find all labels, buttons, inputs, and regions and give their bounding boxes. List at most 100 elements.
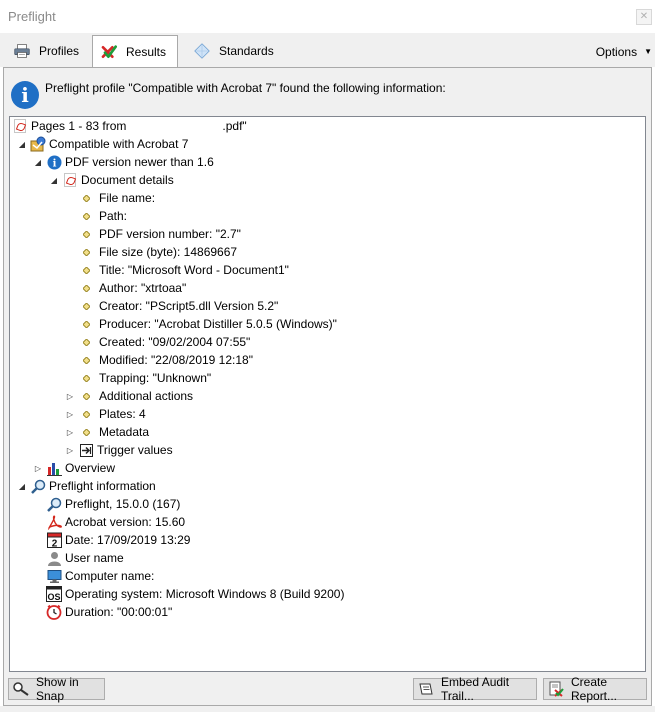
diamond-bullet-icon (82, 194, 91, 203)
diamond-bullet-icon (82, 338, 91, 347)
profile-icon (30, 136, 46, 152)
expand-arrow-icon[interactable]: ▷ (32, 464, 44, 473)
detail-item[interactable]: Created: "09/02/2004 07:55" (78, 333, 250, 351)
trigger-label: Trigger values (97, 443, 173, 457)
collapsed-label: Plates: 4 (99, 407, 146, 421)
tab-profiles[interactable]: Profiles (6, 36, 87, 66)
svg-text:OS: OS (47, 592, 60, 602)
results-tree[interactable]: Pages 1 - 83 from .pdf" ◢ Compatible wit… (9, 116, 646, 672)
clock-icon (46, 604, 62, 620)
detail-label: File size (byte): 14869667 (99, 245, 238, 259)
overview-label: Overview (65, 461, 116, 475)
chevron-down-icon: ▼ (644, 47, 652, 56)
title-bar: Preflight ✕ (0, 0, 655, 34)
info-item[interactable]: Preflight, 15.0.0 (167) (46, 495, 180, 513)
detail-item[interactable]: Title: "Microsoft Word - Document1" (78, 261, 289, 279)
expand-arrow-icon[interactable]: ▷ (64, 410, 76, 419)
tab-label: Standards (219, 44, 274, 58)
detail-item[interactable]: File name: (78, 189, 155, 207)
options-label: Options (595, 45, 638, 59)
svg-text:i: i (52, 158, 56, 169)
collapse-arrow-icon[interactable]: ◢ (48, 176, 60, 185)
info-bar: i Preflight profile "Compatible with Acr… (5, 73, 650, 111)
bottom-edge (0, 706, 655, 712)
bar-chart-icon (46, 460, 62, 476)
info-item[interactable]: Acrobat version: 15.60 (46, 513, 185, 531)
info-item[interactable]: 2 Date: 17/09/2019 13:29 (46, 531, 190, 549)
diamond-bullet-icon (82, 320, 91, 329)
os-icon: OS (46, 586, 62, 602)
checkmark-cross-icon (101, 44, 117, 60)
root-file-suffix: .pdf" (222, 119, 247, 133)
tree-node-check[interactable]: ◢ i PDF version newer than 1.6 (32, 153, 214, 171)
create-report-button[interactable]: Create Report... (543, 675, 647, 703)
check-label: PDF version newer than 1.6 (65, 155, 214, 169)
tree-root-pages[interactable]: Pages 1 - 83 from .pdf" (12, 117, 247, 135)
tab-standards[interactable]: Standards (186, 36, 282, 66)
detail-item[interactable]: PDF version number: "2.7" (78, 225, 241, 243)
collapse-arrow-icon[interactable]: ◢ (32, 158, 44, 167)
tree-node-additional-actions[interactable]: ▷ Additional actions (64, 387, 193, 405)
tree-node-doc-details[interactable]: ◢ Document details (48, 171, 174, 189)
window-title: Preflight (8, 9, 56, 24)
tab-label: Profiles (39, 44, 80, 58)
diamond-bullet-icon (82, 410, 91, 419)
detail-item[interactable]: Modified: "22/08/2019 12:18" (78, 351, 253, 369)
detail-item[interactable]: Producer: "Acrobat Distiller 5.0.5 (Wind… (78, 315, 337, 333)
show-in-snap-button[interactable]: Show in Snap (8, 675, 105, 703)
tree-node-overview[interactable]: ▷ Overview (32, 459, 115, 477)
detail-item[interactable]: Author: "xtrtoaa" (78, 279, 186, 297)
detail-label: Producer: "Acrobat Distiller 5.0.5 (Wind… (99, 317, 337, 331)
options-menu[interactable]: Options ▼ (596, 45, 652, 59)
embed-audit-label: Embed Audit Trail... (441, 675, 510, 703)
embed-audit-trail-button[interactable]: Embed Audit Trail... (413, 675, 537, 703)
detail-item[interactable]: Trapping: "Unknown" (78, 369, 211, 387)
preflight-info-label: Preflight information (49, 479, 156, 493)
magnifier-icon (30, 478, 46, 494)
tree-node-plates[interactable]: ▷ Plates: 4 (64, 405, 146, 423)
info-item-label: Acrobat version: 15.60 (65, 515, 186, 529)
detail-item[interactable]: Creator: "PScript5.dll Version 5.2" (78, 297, 278, 315)
info-item[interactable]: OS Operating system: Microsoft Windows 8 … (46, 585, 344, 603)
profile-label: Compatible with Acrobat 7 (49, 137, 189, 151)
diamond-bullet-icon (82, 302, 91, 311)
stamp-icon (418, 681, 434, 697)
collapse-arrow-icon[interactable]: ◢ (16, 482, 28, 491)
detail-label: PDF version number: "2.7" (99, 227, 241, 241)
close-icon[interactable]: ✕ (636, 9, 652, 25)
computer-icon (46, 568, 62, 584)
expand-arrow-icon[interactable]: ▷ (64, 428, 76, 437)
tab-results[interactable]: Results (92, 35, 178, 67)
detail-item[interactable]: File size (byte): 14869667 (78, 243, 237, 261)
calendar-icon: 2 (46, 532, 62, 548)
info-item[interactable]: Computer name: (46, 567, 154, 585)
pdf-file-icon (12, 118, 28, 134)
detail-label: Created: "09/02/2004 07:55" (99, 335, 251, 349)
magnifier-icon (46, 496, 62, 512)
collapsed-label: Metadata (99, 425, 150, 439)
bottom-bar: Show in Snap Embed Audit Trail... Create… (3, 673, 652, 706)
detail-item[interactable]: Path: (78, 207, 127, 225)
diamond-bullet-icon (82, 248, 91, 257)
acrobat-icon (46, 514, 62, 530)
info-item[interactable]: Duration: "00:00:01" (46, 603, 172, 621)
tree-node-trigger-values[interactable]: ▷ Trigger values (64, 441, 173, 459)
tree-node-profile[interactable]: ◢ Compatible with Acrobat 7 (16, 135, 188, 153)
tree-node-metadata[interactable]: ▷ Metadata (64, 423, 149, 441)
doc-details-label: Document details (81, 173, 174, 187)
svg-text:2: 2 (51, 538, 57, 548)
user-icon (46, 550, 62, 566)
info-item-label: Preflight, 15.0.0 (167) (65, 497, 181, 511)
show-in-snap-label: Show in Snap (36, 675, 79, 703)
info-item[interactable]: User name (46, 549, 124, 567)
info-item-label: Duration: "00:00:01" (65, 605, 173, 619)
expand-arrow-icon[interactable]: ▷ (64, 446, 76, 455)
info-icon: i (46, 154, 62, 170)
expand-arrow-icon[interactable]: ▷ (64, 392, 76, 401)
diamond-bullet-icon (82, 212, 91, 221)
collapse-arrow-icon[interactable]: ◢ (16, 140, 28, 149)
root-label: Pages 1 - 83 from (31, 119, 127, 133)
detail-label: Path: (99, 209, 128, 223)
collapsed-label: Additional actions (99, 389, 194, 403)
tree-node-preflight-info[interactable]: ◢ Preflight information (16, 477, 156, 495)
